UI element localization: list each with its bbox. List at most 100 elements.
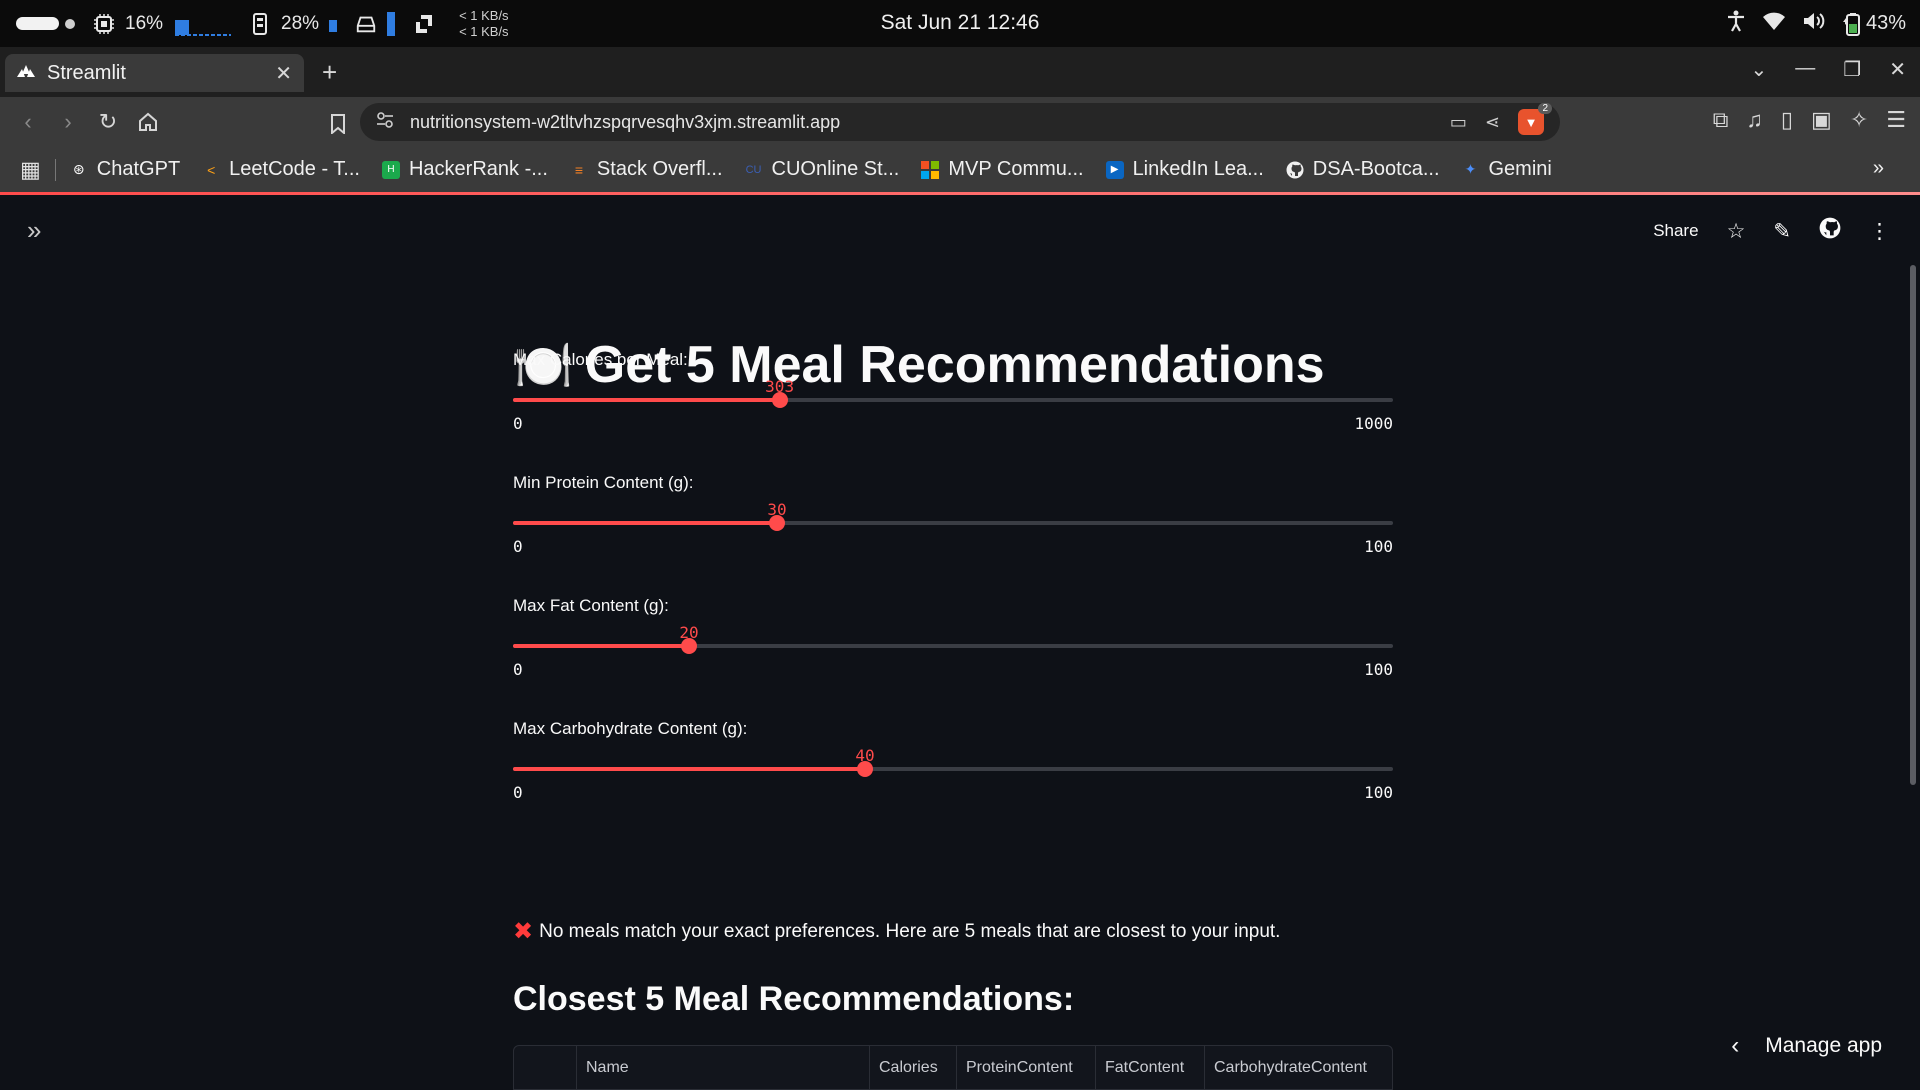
accessibility-icon[interactable] — [1726, 10, 1746, 38]
bookmark-label: LeetCode - T... — [229, 158, 360, 180]
recommendations-table[interactable]: Name Calories ProteinContent FatContent … — [513, 1045, 1393, 1090]
hackerrank-icon: H — [381, 160, 400, 179]
slider-min-label: 0 — [513, 660, 523, 679]
bookmark-page-icon[interactable] — [320, 106, 356, 142]
slider-thumb[interactable] — [769, 515, 785, 531]
leo-ai-icon[interactable]: ✧ — [1850, 107, 1868, 133]
disk-indicator[interactable] — [355, 11, 396, 36]
wifi-icon[interactable] — [1762, 11, 1786, 37]
slider-label: Min Protein Content (g): — [513, 473, 694, 492]
slider-track[interactable] — [513, 392, 1393, 408]
slider-thumb[interactable] — [771, 392, 788, 408]
menu-icon[interactable]: ☰ — [1886, 107, 1906, 133]
cpu-icon — [93, 13, 115, 35]
table-header-name[interactable]: Name — [577, 1046, 870, 1089]
slider-label: Max Calories per Meal: — [513, 350, 688, 369]
bookmark-stackoverflow[interactable]: ≡ Stack Overfl... — [570, 158, 723, 181]
extensions-icon[interactable]: ⧉ — [1713, 107, 1729, 133]
more-bookmarks-icon[interactable]: » — [1873, 157, 1884, 180]
bookmark-chatgpt[interactable]: ⊛ ChatGPT — [70, 158, 180, 181]
sidebar-panel-icon[interactable]: ▯ — [1781, 107, 1793, 133]
bookmark-leetcode[interactable]: < LeetCode - T... — [202, 158, 360, 181]
tab-title: Streamlit — [47, 61, 126, 84]
net-down: < 1 KB/s — [459, 7, 509, 23]
table-header-protein[interactable]: ProteinContent — [957, 1046, 1096, 1089]
address-bar[interactable]: nutritionsystem-w2tltvhzspqrvesqhv3xjm.s… — [360, 103, 1560, 141]
table-header-carbohydrate[interactable]: CarbohydrateContent — [1205, 1046, 1392, 1089]
bookmark-dsa-bootcamp[interactable]: DSA-Bootca... — [1286, 158, 1440, 181]
slider-min-label: 0 — [513, 414, 523, 433]
table-header-index[interactable] — [514, 1046, 577, 1089]
cuonline-icon: CU — [745, 163, 762, 176]
memory-icon — [249, 12, 271, 35]
minimize-icon[interactable]: — — [1795, 57, 1815, 82]
home-icon[interactable] — [130, 104, 166, 140]
github-icon — [1286, 161, 1304, 179]
streamlit-app: » Share ☆ ✎ ⋮ 🍽️ Get 5 Meal Recommendati… — [0, 195, 1920, 1090]
workspace-indicator[interactable] — [16, 17, 59, 30]
slider-fill — [513, 521, 777, 525]
star-icon[interactable]: ☆ — [1727, 219, 1746, 244]
new-tab-button[interactable]: + — [322, 57, 337, 88]
disk-bar — [387, 11, 396, 36]
cpu-indicator[interactable]: 16% — [93, 10, 232, 38]
bookmark-label: Gemini — [1488, 158, 1552, 180]
cpu-value: 16% — [125, 12, 164, 34]
tab-search-icon[interactable]: ⌄ — [1751, 57, 1768, 82]
brave-shields-icon[interactable]: ▼ 2 — [1518, 103, 1552, 135]
table-header-fat[interactable]: FatContent — [1096, 1046, 1205, 1089]
bookmark-mvp[interactable]: MVP Commu... — [921, 158, 1084, 181]
bookmark-label: MVP Commu... — [948, 158, 1084, 180]
restore-icon[interactable]: ❐ — [1843, 57, 1861, 82]
bookmark-hackerrank[interactable]: H HackerRank -... — [381, 158, 548, 181]
warning-text: No meals match your exact preferences. H… — [539, 920, 1281, 942]
memory-value: 28% — [281, 12, 320, 34]
battery-indicator[interactable]: 43% — [1842, 12, 1906, 36]
page-scrollbar[interactable] — [1910, 265, 1916, 785]
share-button[interactable]: Share — [1653, 221, 1698, 241]
slider-min-label: 0 — [513, 783, 523, 802]
slider-thumb[interactable] — [857, 761, 873, 777]
volume-icon[interactable] — [1802, 11, 1826, 37]
main-menu-icon[interactable]: ⋮ — [1869, 219, 1890, 244]
memory-indicator[interactable]: 28% — [249, 12, 338, 35]
slider-label: Max Carbohydrate Content (g): — [513, 719, 748, 738]
wallet-icon[interactable]: ▣ — [1811, 107, 1832, 133]
slider-min-label: 0 — [513, 537, 523, 556]
slider-3: Max Carbohydrate Content (g): 40 0 100 — [513, 719, 1393, 829]
bookmark-label: HackerRank -... — [408, 158, 548, 180]
apps-grid-icon[interactable]: ▦ — [20, 157, 41, 183]
bookmark-linkedin-learning[interactable]: ▶ LinkedIn Lea... — [1105, 158, 1264, 181]
workspace-dot[interactable] — [65, 18, 75, 29]
slider-thumb[interactable] — [681, 638, 697, 654]
bookmarks-bar: ▦ ⊛ ChatGPT < LeetCode - T... H HackerRank … — [0, 147, 1920, 192]
forward-icon[interactable]: › — [50, 104, 86, 140]
bookmark-cuonline[interactable]: CU CUOnline St... — [745, 158, 900, 181]
expand-sidebar-icon[interactable]: » — [27, 215, 41, 246]
slider-max-label: 100 — [1364, 537, 1393, 556]
site-settings-icon[interactable] — [376, 111, 394, 133]
linkedin-learning-icon: ▶ — [1105, 160, 1124, 179]
network-indicator[interactable]: < 1 KB/s < 1 KB/s — [413, 8, 509, 40]
media-icon[interactable]: ♫ — [1746, 107, 1763, 133]
manage-app-button[interactable]: ‹ Manage app — [1731, 1032, 1882, 1060]
memory-bar — [329, 19, 338, 32]
tab-streamlit[interactable]: Streamlit ✕ — [5, 54, 304, 92]
close-window-icon[interactable]: ✕ — [1889, 57, 1906, 82]
close-tab-icon[interactable]: ✕ — [275, 61, 292, 86]
network-speed: < 1 KB/s < 1 KB/s — [459, 8, 509, 40]
slider-track[interactable] — [513, 515, 1393, 531]
share-icon[interactable]: ⋖ — [1485, 112, 1500, 133]
manage-app-label: Manage app — [1765, 1034, 1882, 1057]
cast-icon[interactable]: ▭ — [1450, 112, 1467, 133]
slider-track[interactable] — [513, 638, 1393, 654]
table-header-calories[interactable]: Calories — [870, 1046, 957, 1089]
github-repo-icon[interactable] — [1819, 217, 1841, 245]
bookmark-gemini[interactable]: ✦ Gemini — [1462, 158, 1552, 181]
back-icon[interactable]: ‹ — [10, 104, 46, 140]
slider-track[interactable] — [513, 761, 1393, 777]
reload-icon[interactable]: ↻ — [90, 104, 126, 140]
edit-icon[interactable]: ✎ — [1773, 219, 1791, 244]
recommendations-heading: Closest 5 Meal Recommendations: — [513, 980, 1075, 1018]
net-up: < 1 KB/s — [459, 23, 509, 39]
